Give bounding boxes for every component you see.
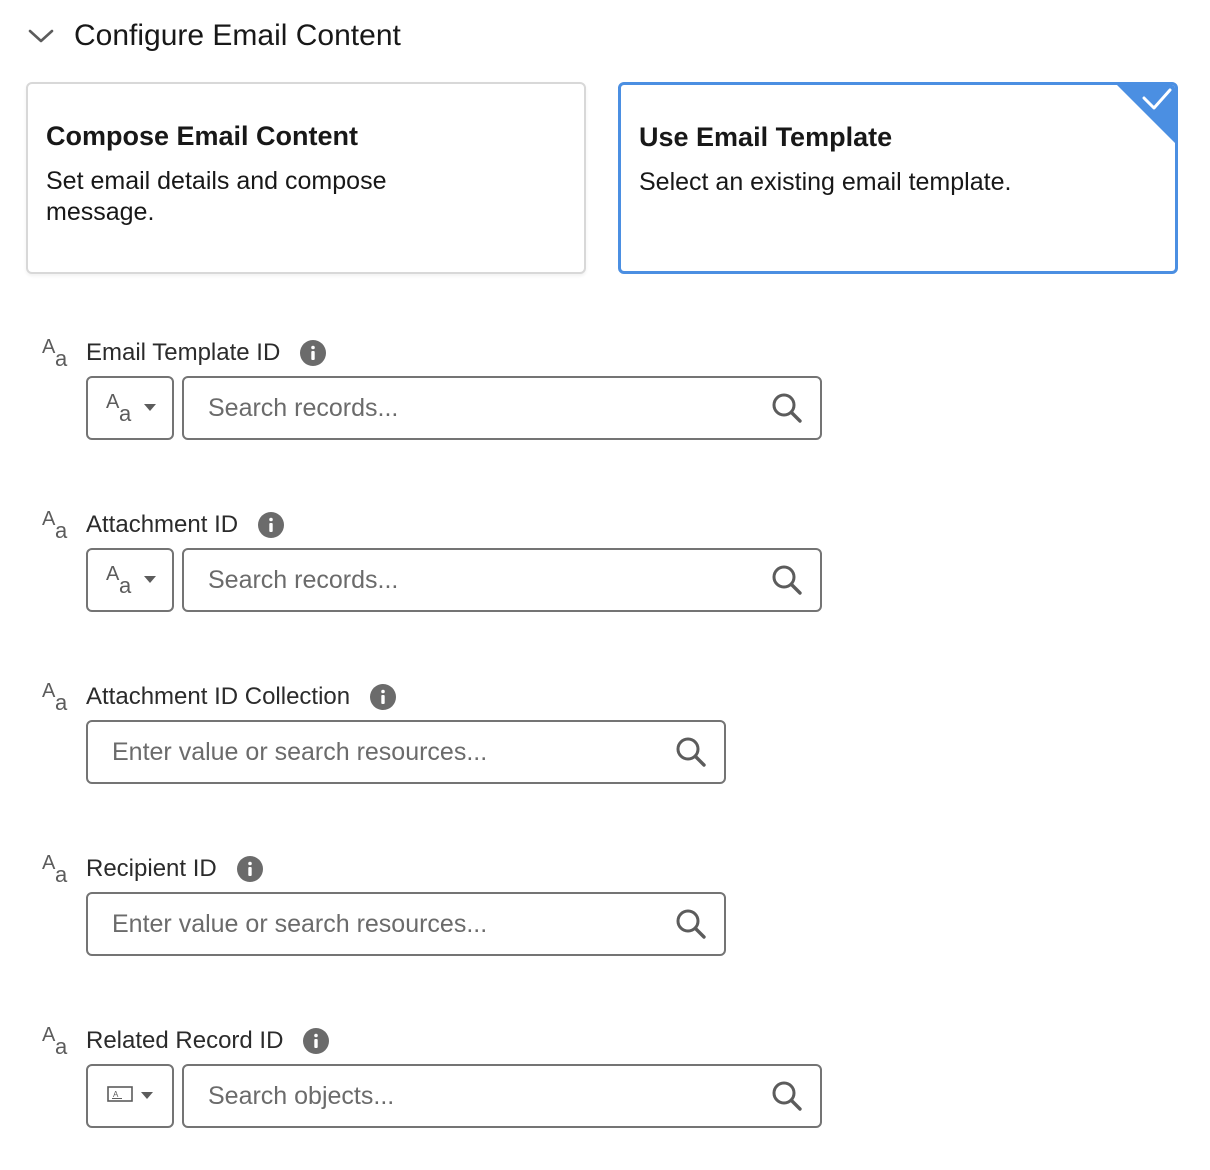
resource-input[interactable]: [112, 737, 674, 767]
caret-down-icon: [144, 399, 156, 417]
field-label: Email Template ID: [86, 339, 281, 366]
search-icon: [674, 907, 708, 941]
search-icon: [674, 735, 708, 769]
text-type-icon: Aa: [42, 1024, 68, 1059]
field-label: Attachment ID: [86, 511, 239, 538]
field-attachment-id-collection: Aa Attachment ID Collection: [40, 680, 840, 790]
text-type-icon: Aa: [42, 508, 68, 543]
data-type-picker[interactable]: Aa: [86, 376, 174, 440]
text-type-icon: Aa: [42, 336, 68, 371]
section-header[interactable]: Configure Email Content: [24, 12, 401, 60]
search-records-input[interactable]: [208, 565, 770, 595]
text-type-icon: Aa: [42, 852, 68, 887]
resource-search-box[interactable]: [86, 720, 726, 784]
field-label: Recipient ID: [86, 855, 217, 882]
use-template-card[interactable]: Use Email Template Select an existing em…: [618, 82, 1178, 274]
caret-down-icon: [144, 571, 156, 589]
compose-card-description: Set email details and compose message.: [46, 167, 387, 226]
data-type-picker[interactable]: Aa: [86, 548, 174, 612]
selected-check-icon: [1116, 85, 1175, 144]
chevron-down-icon[interactable]: [24, 19, 58, 53]
text-type-icon: Aa: [106, 391, 132, 426]
template-card-description: Select an existing email template.: [639, 168, 1012, 196]
resource-search-box[interactable]: [86, 892, 726, 956]
search-objects-box[interactable]: [182, 1064, 822, 1128]
search-icon: [770, 563, 804, 597]
field-recipient-id: Aa Recipient ID: [40, 852, 840, 962]
search-icon: [770, 391, 804, 425]
search-icon: [770, 1079, 804, 1113]
field-attachment-id: Aa Attachment ID Aa: [40, 508, 840, 618]
field-label: Attachment ID Collection: [86, 683, 351, 710]
resource-input[interactable]: [112, 909, 674, 939]
search-objects-input[interactable]: [208, 1081, 770, 1111]
field-related-record-id: Aa Related Record ID A: [40, 1024, 840, 1134]
search-records-box[interactable]: [182, 548, 822, 612]
field-email-template-id: Aa Email Template ID Aa: [40, 336, 840, 446]
info-icon[interactable]: [236, 856, 263, 882]
info-icon[interactable]: [300, 340, 327, 366]
info-icon[interactable]: [258, 512, 285, 538]
info-icon[interactable]: [303, 1028, 330, 1054]
section-title: Configure Email Content: [74, 19, 401, 52]
object-type-picker[interactable]: A: [86, 1064, 174, 1128]
record-type-icon: A: [107, 1085, 133, 1107]
text-type-icon: Aa: [106, 563, 132, 598]
info-icon[interactable]: [370, 684, 397, 710]
caret-down-icon: [141, 1087, 153, 1105]
field-label: Related Record ID: [86, 1027, 284, 1054]
compose-card-title: Compose Email Content: [46, 121, 359, 151]
svg-text:A: A: [113, 1090, 119, 1099]
search-records-box[interactable]: [182, 376, 822, 440]
template-card-title: Use Email Template: [639, 122, 893, 152]
configure-email-page: Configure Email Content Compose Email Co…: [0, 0, 1210, 1170]
compose-email-card[interactable]: Compose Email Content Set email details …: [26, 82, 586, 274]
search-records-input[interactable]: [208, 393, 770, 423]
text-type-icon: Aa: [42, 680, 68, 715]
